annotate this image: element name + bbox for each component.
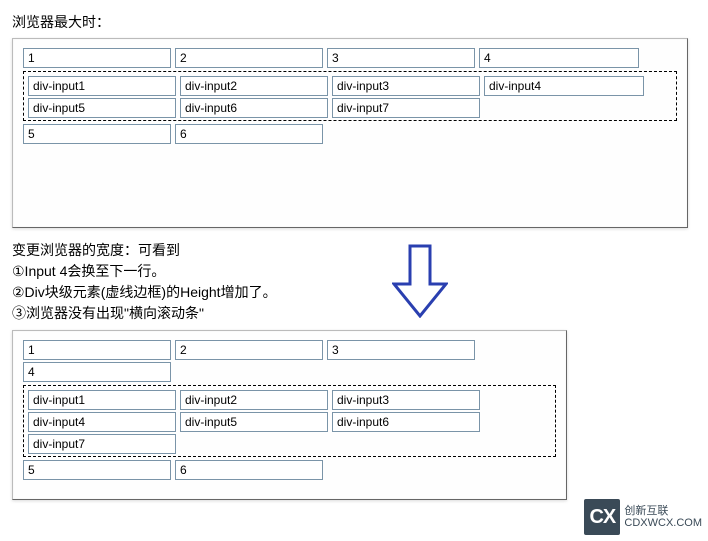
notes-item: ③浏览器没有出现"横向滚动条" — [12, 303, 696, 324]
cell-input[interactable]: 5 — [23, 124, 171, 144]
cell-input[interactable]: 4 — [479, 48, 639, 68]
cell-input[interactable]: 5 — [23, 460, 171, 480]
table-row: 4 — [23, 361, 556, 383]
cell-div-input[interactable]: div-input2 — [180, 76, 328, 96]
cell-input[interactable]: 2 — [175, 48, 323, 68]
cell-div-input[interactable]: div-input6 — [332, 412, 480, 432]
cell-div-input[interactable]: div-input3 — [332, 390, 480, 410]
table-row: div-input7 — [28, 433, 551, 455]
notes-heading: 变更浏览器的宽度：可看到 — [12, 240, 696, 261]
table-row: 1 2 3 4 — [23, 47, 677, 69]
cell-input[interactable]: 1 — [23, 340, 171, 360]
table-row: div-input1 div-input2 div-input3 — [28, 389, 551, 411]
cell-div-input[interactable]: div-input3 — [332, 76, 480, 96]
cell-input[interactable]: 6 — [175, 124, 323, 144]
cell-div-input[interactable]: div-input1 — [28, 390, 176, 410]
cell-input[interactable]: 1 — [23, 48, 171, 68]
cell-div-input[interactable]: div-input1 — [28, 76, 176, 96]
div-block-dashed: div-input1 div-input2 div-input3 div-inp… — [23, 385, 556, 457]
table-row: div-input1 div-input2 div-input3 div-inp… — [28, 75, 672, 97]
cell-input[interactable]: 2 — [175, 340, 323, 360]
div-block-dashed: div-input1 div-input2 div-input3 div-inp… — [23, 71, 677, 121]
notes-item: ①Input 4会换至下一行。 — [12, 261, 696, 282]
panel-browser-wide: 1 2 3 4 div-input1 div-input2 div-input3… — [12, 38, 688, 228]
brand-logo: CX 创新互联 CDXWCX.COM — [584, 499, 702, 535]
cell-div-input[interactable]: div-input2 — [180, 390, 328, 410]
cell-div-input[interactable]: div-input7 — [332, 98, 480, 118]
notes-block: 变更浏览器的宽度：可看到 ①Input 4会换至下一行。 ②Div块级元素(虚线… — [12, 240, 696, 324]
down-arrow-icon — [392, 244, 448, 321]
table-row: 1 2 3 — [23, 339, 556, 361]
cell-div-input[interactable]: div-input5 — [28, 98, 176, 118]
notes-item: ②Div块级元素(虚线边框)的Height增加了。 — [12, 282, 696, 303]
cell-div-input[interactable]: div-input6 — [180, 98, 328, 118]
cell-div-input[interactable]: div-input4 — [28, 412, 176, 432]
table-row: div-input5 div-input6 div-input7 — [28, 97, 672, 119]
cell-input[interactable]: 4 — [23, 362, 171, 382]
cell-div-input[interactable]: div-input5 — [180, 412, 328, 432]
table-row: 5 6 — [23, 459, 556, 481]
caption-top: 浏览器最大时： — [12, 12, 696, 32]
brand-logo-text: 创新互联 CDXWCX.COM — [624, 505, 702, 529]
cell-input[interactable]: 6 — [175, 460, 323, 480]
cell-div-input[interactable]: div-input7 — [28, 434, 176, 454]
cell-input[interactable]: 3 — [327, 340, 475, 360]
table-row: div-input4 div-input5 div-input6 — [28, 411, 551, 433]
cell-div-input[interactable]: div-input4 — [484, 76, 644, 96]
cell-input[interactable]: 3 — [327, 48, 475, 68]
brand-logo-mark: CX — [584, 499, 620, 535]
panel-browser-narrow: 1 2 3 4 div-input1 div-input2 div-input3… — [12, 330, 567, 500]
table-row: 5 6 — [23, 123, 677, 145]
